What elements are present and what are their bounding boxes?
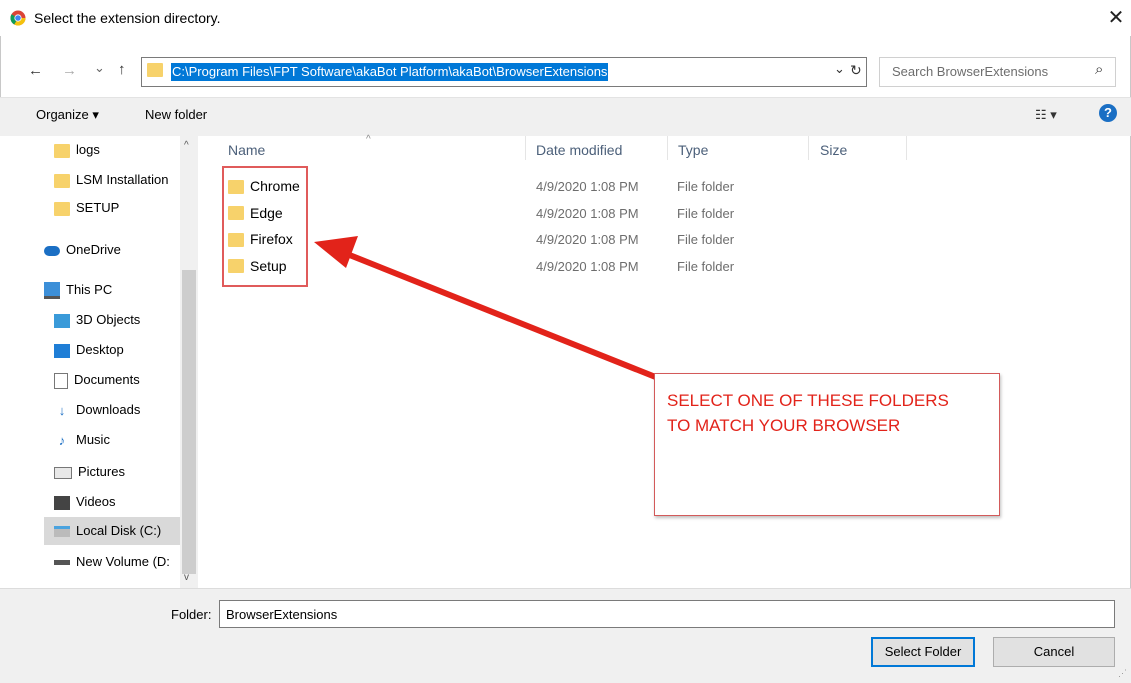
close-button[interactable]: ✕: [1104, 6, 1128, 30]
forward-button[interactable]: →: [62, 62, 77, 79]
new-folder-button[interactable]: New folder: [145, 107, 207, 122]
search-placeholder: Search BrowserExtensions: [892, 64, 1049, 79]
column-divider[interactable]: [667, 136, 668, 160]
search-icon[interactable]: ⌕: [1095, 61, 1103, 78]
back-button[interactable]: ←: [28, 62, 43, 79]
document-icon: [54, 372, 68, 389]
help-icon[interactable]: ?: [1099, 104, 1117, 122]
sidebar-item-3d-objects[interactable]: 3D Objects: [54, 306, 218, 334]
chrome-icon: [10, 10, 26, 26]
file-row-type: File folder: [677, 259, 735, 274]
sidebar-item-logs[interactable]: logs: [54, 136, 218, 164]
up-button[interactable]: ↑: [118, 61, 126, 78]
download-arrow-icon: ↓: [58, 402, 66, 418]
sidebar-item-downloads[interactable]: ↓ Downloads: [54, 396, 218, 424]
column-divider[interactable]: [906, 136, 907, 160]
picture-icon: [54, 466, 72, 479]
recent-locations-button[interactable]: ⌄: [94, 60, 105, 76]
column-divider[interactable]: [808, 136, 809, 160]
drive-icon: [54, 560, 70, 566]
desktop-icon: [54, 343, 70, 358]
highlight-box: [222, 166, 308, 287]
sidebar-item-videos[interactable]: Videos: [54, 488, 218, 516]
cube-icon: [54, 313, 70, 328]
column-header-date-modified[interactable]: Date modified: [536, 142, 622, 158]
sidebar-item-music[interactable]: ♪ Music: [54, 426, 218, 454]
sidebar-item-setup[interactable]: SETUP: [54, 194, 218, 222]
column-header-type[interactable]: Type: [678, 142, 708, 158]
folder-icon: [54, 201, 70, 216]
sidebar-item-onedrive[interactable]: OneDrive: [44, 236, 208, 264]
sort-ascending-icon: ^: [366, 134, 371, 145]
drive-icon: [54, 526, 70, 538]
sidebar-item-local-disk-c[interactable]: Local Disk (C:): [44, 517, 180, 545]
film-icon: [54, 495, 70, 510]
cancel-button[interactable]: Cancel: [993, 637, 1115, 667]
resize-grip-icon[interactable]: ⋰: [1118, 668, 1127, 679]
address-dropdown-button[interactable]: ⌄: [834, 61, 845, 77]
folder-label: Folder:: [171, 607, 212, 622]
sidebar-item-new-volume-d[interactable]: New Volume (D:: [54, 548, 178, 576]
scroll-down-arrow-icon[interactable]: v: [184, 572, 189, 583]
annotation-arrow: [314, 236, 661, 381]
window-title: Select the extension directory.: [34, 10, 221, 26]
file-row-date: 4/9/2020 1:08 PM: [536, 206, 639, 221]
sidebar-item-this-pc[interactable]: This PC: [44, 276, 208, 304]
computer-icon: [44, 282, 60, 300]
view-options-button[interactable]: ☷ ▾: [1035, 107, 1057, 123]
address-path[interactable]: C:\Program Files\FPT Software\akaBot Pla…: [171, 63, 609, 81]
column-divider[interactable]: [525, 136, 526, 160]
annotation-line-1: SELECT ONE OF THESE FOLDERS: [667, 391, 949, 410]
refresh-button[interactable]: ↻: [850, 62, 862, 79]
sidebar-item-lsm-installation[interactable]: LSM Installation: [54, 166, 218, 194]
organize-menu[interactable]: Organize ▾: [36, 107, 99, 123]
file-row-type: File folder: [677, 179, 735, 194]
file-row-type: File folder: [677, 232, 735, 247]
cloud-icon: [44, 245, 60, 256]
folder-icon: [54, 143, 70, 158]
annotation-text: SELECT ONE OF THESE FOLDERS TO MATCH YOU…: [667, 388, 997, 438]
annotation-line-2: TO MATCH YOUR BROWSER: [667, 416, 901, 435]
select-folder-button[interactable]: Select Folder: [871, 637, 975, 667]
sidebar-item-pictures[interactable]: Pictures: [54, 458, 218, 486]
sidebar-item-documents[interactable]: Documents: [54, 366, 218, 394]
file-row-date: 4/9/2020 1:08 PM: [536, 179, 639, 194]
column-header-size[interactable]: Size: [820, 142, 847, 158]
folder-name-input[interactable]: [219, 600, 1115, 628]
sidebar-item-desktop[interactable]: Desktop: [54, 336, 218, 364]
folder-icon: [147, 63, 163, 77]
file-row-type: File folder: [677, 206, 735, 221]
folder-icon: [54, 173, 70, 188]
column-header-name[interactable]: Name: [228, 142, 265, 158]
music-note-icon: ♪: [58, 432, 66, 448]
